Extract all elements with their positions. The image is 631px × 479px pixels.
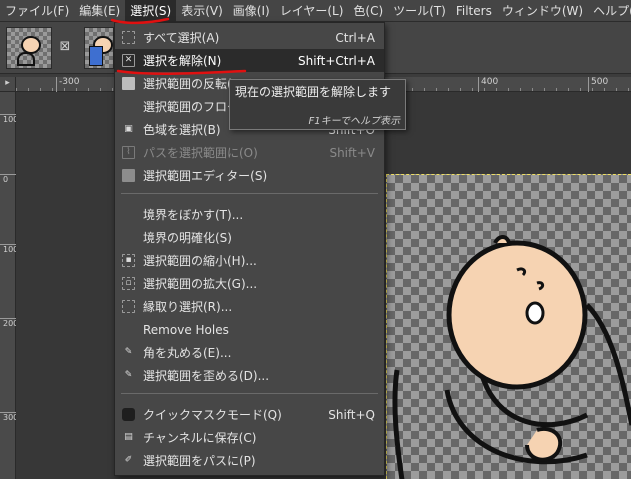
menu-view[interactable]: 表示(V): [176, 0, 228, 22]
vertical-ruler[interactable]: 100 0 100 200 300: [0, 92, 18, 479]
close-icon[interactable]: ⊠: [58, 40, 72, 54]
menu-item-shortcut: Shift+Q: [328, 407, 375, 422]
menu-layer[interactable]: レイヤー(L): [275, 0, 349, 22]
menu-item-label: 角を丸める(E)...: [143, 346, 232, 360]
menu-filters[interactable]: Filters: [451, 0, 497, 22]
menu-item-label: 選択範囲の縮小(H)...: [143, 254, 257, 268]
menu-item-shortcut: Ctrl+A: [335, 30, 375, 45]
menu-item-sharpen[interactable]: 境界の明確化(S): [115, 226, 384, 249]
menu-image[interactable]: 画像(I): [228, 0, 275, 22]
shrink-selection-icon: ▪: [122, 254, 135, 267]
ruler-corner-icon[interactable]: ▸: [0, 77, 16, 92]
ruler-tick-label: 500: [588, 77, 608, 92]
menu-item-label: 境界の明確化(S): [143, 231, 232, 245]
menu-item-label: 境界をぼかす(T)...: [143, 208, 244, 222]
select-none-icon: ✕: [122, 54, 135, 67]
ruler-tick-label: 300: [0, 412, 18, 422]
select-by-color-icon: ▣: [124, 124, 133, 134]
menu-tools[interactable]: ツール(T): [388, 0, 451, 22]
rounded-corners-icon: ✎: [124, 347, 133, 357]
image-thumbnail-icon[interactable]: [84, 27, 114, 69]
ruler-tick-label: 0: [0, 174, 16, 184]
menu-item-from-path[interactable]: ⌇ パスを選択範囲に(O) Shift+V: [115, 141, 384, 164]
menu-file[interactable]: ファイル(F): [0, 0, 74, 22]
tooltip-text: 現在の選択範囲を解除します: [235, 85, 392, 99]
menu-item-label: 選択範囲のフロー: [143, 100, 240, 114]
ruler-tick-label: 100: [0, 244, 18, 254]
menu-item-select-none[interactable]: ✕ 選択を解除(N) Shift+Ctrl+A: [115, 49, 384, 72]
menu-bar: ファイル(F) 編集(E) 選択(S) 表示(V) 画像(I) レイヤー(L) …: [0, 0, 631, 22]
menu-item-label: 色域を選択(B): [143, 123, 221, 137]
menu-windows[interactable]: ウィンドウ(W): [497, 0, 588, 22]
menu-item-label: 選択範囲の反転(: [143, 77, 232, 91]
menu-separator: [121, 193, 378, 194]
ruler-tick-label: 400: [478, 77, 498, 92]
path-to-selection-icon: ⌇: [122, 146, 135, 159]
menu-select[interactable]: 選択(S): [125, 0, 177, 22]
menu-item-select-all[interactable]: すべて選択(A) Ctrl+A: [115, 26, 384, 49]
save-to-channel-icon: ▤: [124, 432, 133, 442]
menu-item-label: 選択を解除(N): [143, 54, 222, 68]
tooltip: 現在の選択範囲を解除します F1キーでヘルプ表示: [229, 79, 406, 130]
quick-mask-icon: [122, 408, 135, 421]
menu-edit[interactable]: 編集(E): [74, 0, 125, 22]
menu-item-label: 選択範囲を歪める(D)...: [143, 369, 270, 383]
ruler-tick-label: 100: [0, 114, 18, 124]
selection-to-path-icon: ✐: [124, 455, 133, 465]
menu-item-shrink[interactable]: ▪ 選択範囲の縮小(H)...: [115, 249, 384, 272]
grow-selection-icon: ▫: [122, 277, 135, 290]
menu-item-quick-mask[interactable]: クイックマスクモード(Q) Shift+Q: [115, 403, 384, 426]
cartoon-baby-drawing: [392, 235, 631, 479]
menu-item-selection-editor[interactable]: 選択範囲エディター(S): [115, 164, 384, 187]
transparent-layer[interactable]: [386, 174, 631, 479]
menu-item-distort[interactable]: ✎ 選択範囲を歪める(D)...: [115, 364, 384, 387]
menu-item-save-to-channel[interactable]: ▤ チャンネルに保存(C): [115, 426, 384, 449]
menu-help[interactable]: ヘルプ(H): [588, 0, 631, 22]
menu-item-label: 縁取り選択(R)...: [143, 300, 233, 314]
menu-item-label: 選択範囲をパスに(P): [143, 454, 256, 468]
image-thumbnail-icon[interactable]: [6, 27, 52, 69]
menu-item-label: クイックマスクモード(Q): [143, 408, 282, 422]
menu-item-feather[interactable]: 境界をぼかす(T)...: [115, 203, 384, 226]
menu-item-label: 選択範囲の拡大(G)...: [143, 277, 258, 291]
menu-item-border[interactable]: 縁取り選択(R)...: [115, 295, 384, 318]
distort-selection-icon: ✎: [124, 370, 133, 380]
menu-item-label: 選択範囲エディター(S): [143, 169, 268, 183]
menu-colors[interactable]: 色(C): [348, 0, 388, 22]
menu-item-rounded-rectangle[interactable]: ✎ 角を丸める(E)...: [115, 341, 384, 364]
menu-item-label: チャンネルに保存(C): [143, 431, 257, 445]
menu-item-label: すべて選択(A): [143, 31, 220, 45]
select-all-icon: [122, 31, 135, 44]
menu-separator: [121, 393, 378, 394]
invert-selection-icon: [122, 77, 135, 90]
ruler-tick-label: -300: [56, 77, 79, 92]
border-selection-icon: [122, 300, 135, 313]
menu-item-to-path[interactable]: ✐ 選択範囲をパスに(P): [115, 449, 384, 472]
menu-item-label: パスを選択範囲に(O): [143, 146, 258, 160]
menu-item-label: Remove Holes: [143, 322, 229, 337]
menu-item-shortcut: Shift+Ctrl+A: [298, 53, 375, 68]
selection-editor-icon: [122, 169, 135, 182]
menu-item-shortcut: Shift+V: [329, 145, 375, 160]
tooltip-help-hint: F1キーでヘルプ表示: [308, 116, 400, 127]
menu-item-remove-holes[interactable]: Remove Holes: [115, 318, 384, 341]
menu-item-grow[interactable]: ▫ 選択範囲の拡大(G)...: [115, 272, 384, 295]
ruler-tick-label: 200: [0, 318, 18, 328]
